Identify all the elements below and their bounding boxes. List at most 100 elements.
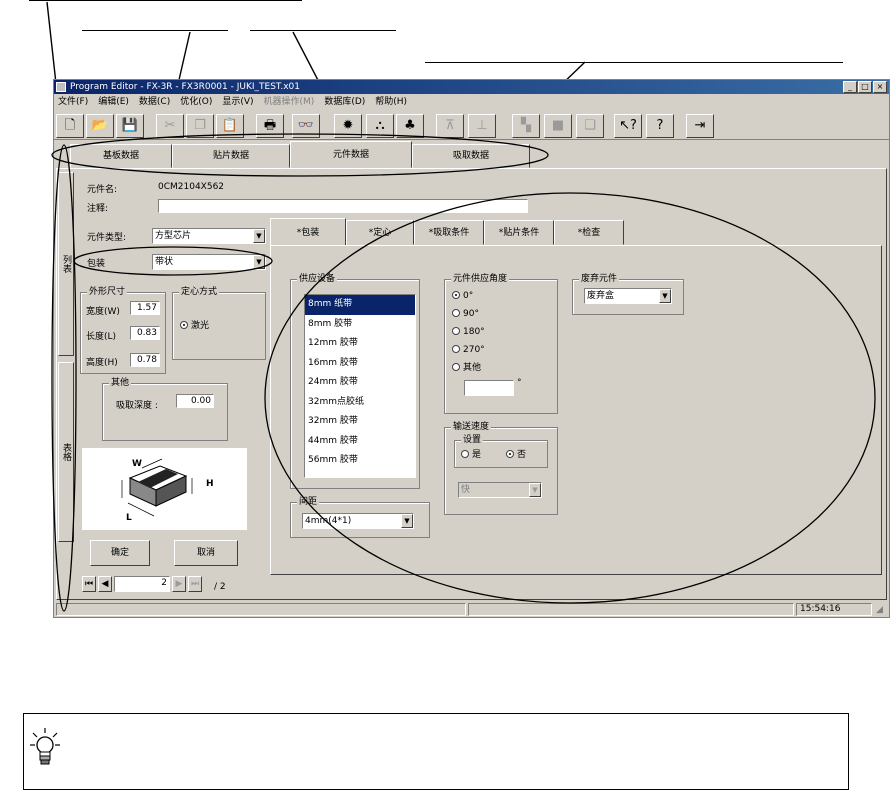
resize-grip-icon[interactable]: ◢ [876,605,883,615]
align-icon[interactable]: ⊼ [436,114,464,138]
discard-select[interactable]: 废弃盒 ▼ [584,288,672,304]
chevron-down-icon[interactable]: ▼ [659,289,671,303]
chevron-down-icon[interactable]: ▼ [253,255,265,269]
list-item[interactable]: 44mm 胶带 [305,432,415,452]
menu-file[interactable]: 文件(F) [58,95,88,109]
copy-icon[interactable]: ❐ [186,114,214,138]
tab-component-data[interactable]: 元件数据 [290,141,412,168]
pitch-select[interactable]: 4mm(4*1) ▼ [302,513,414,529]
next-page-icon[interactable]: ▶ [172,576,186,592]
radio-icon [506,450,514,458]
pickup-depth-label: 吸取深度 : [116,401,158,411]
tab-placement-condition[interactable]: *贴片条件 [484,220,554,245]
tab-placement-data[interactable]: 贴片数据 [172,144,290,168]
tab-inspection[interactable]: *检查 [554,220,624,245]
maximize-button[interactable]: □ [858,81,872,93]
minimize-button[interactable]: _ [843,81,857,93]
open-icon[interactable]: 📂 [86,114,114,138]
list-item[interactable]: 32mm点胶纸 [305,393,415,413]
length-label: 长度(L) [86,332,117,342]
list-item[interactable]: 56mm 胶带 [305,451,415,471]
feed-setting-title: 设置 [461,434,484,446]
title-bar: Program Editor - FX-3R - FX3R0001 - JUKI… [54,80,889,94]
distribute-icon[interactable]: ⊥ [468,114,496,138]
feeder-list[interactable]: 8mm 纸带 8mm 胶带 12mm 胶带 16mm 胶带 24mm 胶带 32… [304,294,416,478]
component-diagram: W H L [82,448,247,530]
tool-icon[interactable]: ⛬ [366,114,394,138]
tab-board-data[interactable]: 基板数据 [70,144,172,168]
angle-90-label: 90° [463,309,479,319]
tab-list[interactable]: 列表 [58,172,74,356]
list-item[interactable]: 8mm 胶带 [305,315,415,335]
angle-0-label: 0° [463,291,474,301]
angle-270-radio[interactable]: 270° [452,344,485,356]
length-input[interactable]: 0.83 [130,326,160,340]
package-select[interactable]: 带状 ▼ [152,254,266,270]
tab-table[interactable]: 表格 [58,362,74,542]
menu-bar: 文件(F) 编辑(E) 数据(C) 优化(O) 显示(V) 机器操作(M) 数据… [54,95,889,109]
help-icon[interactable]: ? [646,114,674,138]
menu-database[interactable]: 数据库(D) [324,95,365,109]
list-item[interactable]: 24mm 胶带 [305,373,415,393]
status-bar: 15:54:16 ◢ [54,603,889,617]
feed-speed-select[interactable]: 快 ▼ [458,482,542,498]
list-item[interactable]: 32mm 胶带 [305,412,415,432]
pickup-depth-input[interactable]: 0.00 [176,394,214,408]
angle-0-radio[interactable]: 0° [452,290,473,302]
page-input[interactable]: 2 [114,576,170,592]
close-button[interactable]: × [873,81,887,93]
chevron-down-icon[interactable]: ▼ [529,483,541,497]
save-icon[interactable]: 💾 [116,114,144,138]
part-type-select[interactable]: 方型芯片 ▼ [152,228,266,244]
status-time: 15:54:16 [796,603,872,616]
height-input[interactable]: 0.78 [130,353,160,367]
menu-data[interactable]: 数据(C) [139,95,170,109]
comment-input[interactable] [158,199,528,213]
list-item[interactable]: 12mm 胶带 [305,334,415,354]
first-page-icon[interactable]: ⏮ [82,576,96,592]
tab-pickup-data[interactable]: 吸取数据 [412,144,530,168]
status-pane [468,603,794,616]
layer-icon[interactable]: ❏ [576,114,604,138]
menu-optimize[interactable]: 优化(O) [180,95,212,109]
angle-90-radio[interactable]: 90° [452,308,479,320]
tab-pickup-condition[interactable]: *吸取条件 [414,220,484,245]
feed-no-radio[interactable]: 否 [506,449,526,461]
light-icon[interactable]: ✹ [334,114,362,138]
angle-180-radio[interactable]: 180° [452,326,485,338]
angle-other-radio[interactable]: 其他 [452,362,481,374]
chevron-down-icon[interactable]: ▼ [253,229,265,243]
paste-icon[interactable]: 📋 [216,114,244,138]
cut-icon[interactable]: ✂ [156,114,184,138]
width-input[interactable]: 1.57 [130,301,160,315]
grid-icon[interactable]: ▚ [512,114,540,138]
square-icon[interactable]: ■ [544,114,572,138]
last-page-icon[interactable]: ⏭ [188,576,202,592]
menu-view[interactable]: 显示(V) [222,95,253,109]
list-item[interactable]: 16mm 胶带 [305,354,415,374]
prev-page-icon[interactable]: ◀ [98,576,112,592]
tab-package[interactable]: *包装 [270,218,346,246]
chip-illustration: W H L [121,458,214,523]
menu-edit[interactable]: 编辑(E) [98,95,129,109]
tab-centering[interactable]: *定心 [346,220,414,245]
menu-help[interactable]: 帮助(H) [375,95,407,109]
centering-laser-radio[interactable]: 激光 [180,320,209,332]
comment-label: 注释: [87,204,109,214]
list-item[interactable]: 8mm 纸带 [305,295,415,315]
feed-no-label: 否 [517,450,527,460]
dimensions-title: 外形尺寸 [87,286,128,298]
angle-other-input[interactable] [464,380,514,396]
print-icon[interactable]: 🖶 [256,114,284,138]
feed-yes-radio[interactable]: 是 [461,449,481,461]
help-pointer-icon[interactable]: ↖? [614,114,642,138]
cancel-button[interactable]: 取消 [174,540,238,566]
component-icon[interactable]: ♣ [396,114,424,138]
menu-machine[interactable]: 机器操作(M) [264,95,315,109]
chevron-down-icon[interactable]: ▼ [401,514,413,528]
exit-icon[interactable]: ⇥ [686,114,714,138]
diagram-h-label: H [206,479,214,489]
new-icon[interactable]: 🗋 [56,114,84,138]
find-icon[interactable]: 👓 [292,114,320,138]
ok-button[interactable]: 确定 [90,540,150,566]
